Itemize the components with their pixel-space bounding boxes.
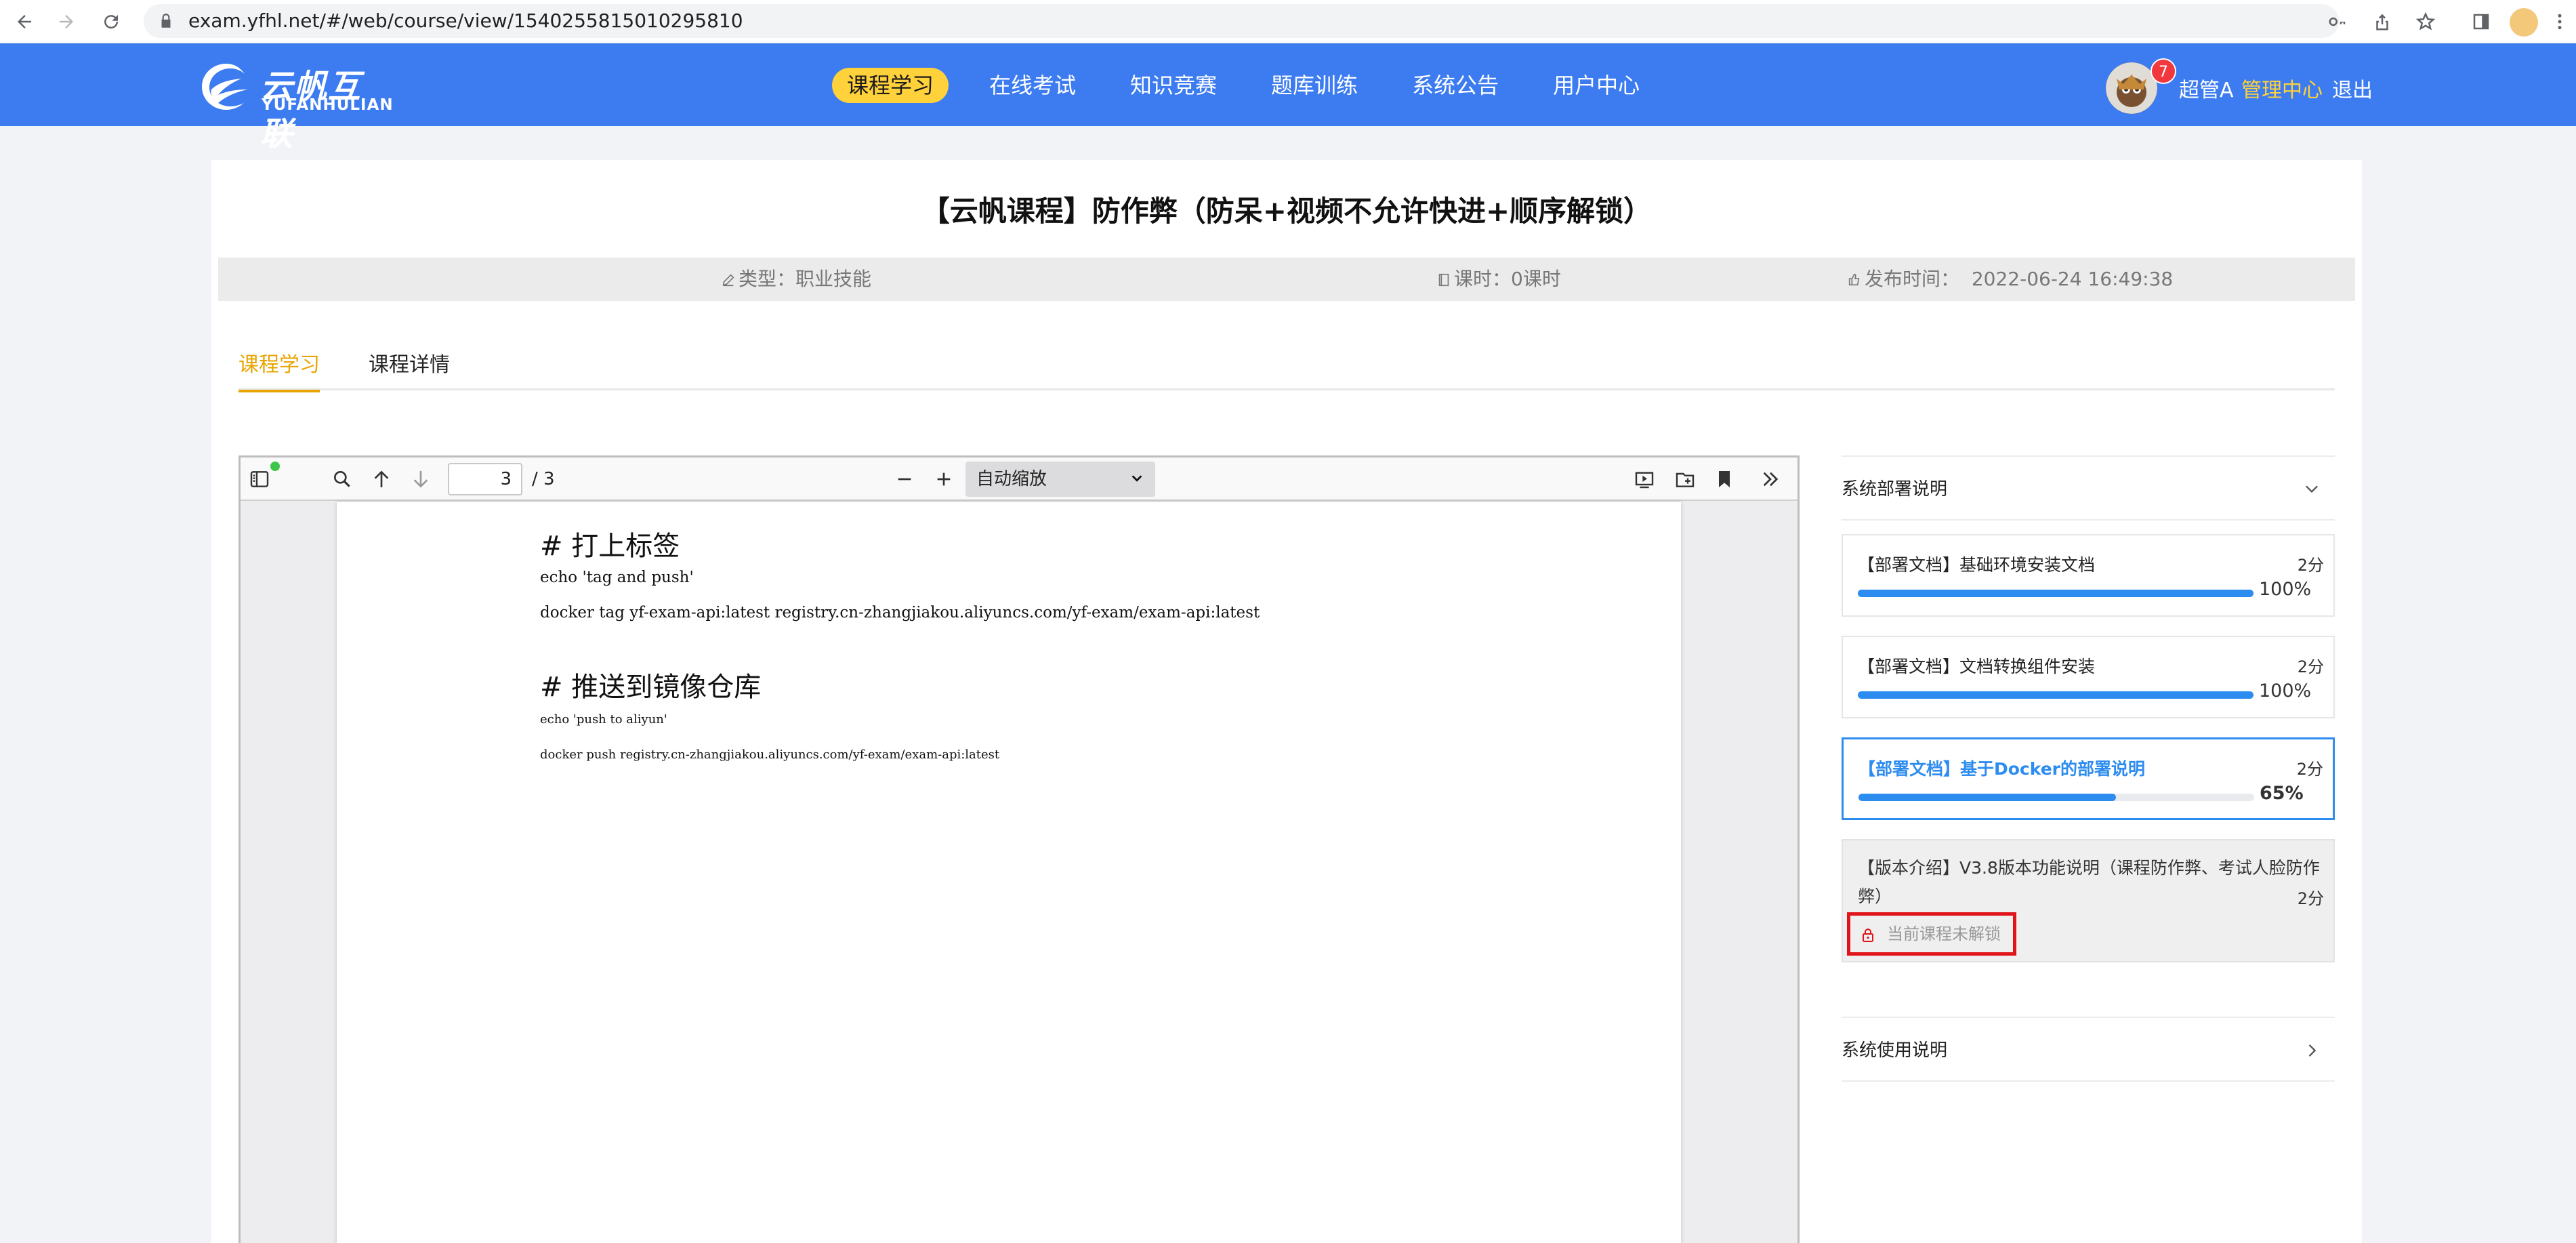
site-logo[interactable]: 云帆互联 YUFANHULIAN <box>198 54 394 153</box>
tab-course-study[interactable]: 课程学习 <box>238 350 320 392</box>
browser-toolbar: exam.yfhl.net/#/web/course/view/15402558… <box>0 0 2576 43</box>
nav-knowledge-contest[interactable]: 知识竞赛 <box>1130 68 1217 103</box>
open-file-icon[interactable] <box>1670 464 1700 494</box>
back-icon[interactable] <box>9 7 39 37</box>
lesson-item-active[interactable]: 【部署文档】基于Docker的部署说明 2分 65% <box>1842 737 2335 820</box>
lesson-sidebar: 系统部署说明 【部署文档】基础环境安装文档 2分 100% 【部署文档】文档转换… <box>1842 455 2335 1082</box>
pdf-line: docker push registry.cn-zhangjiakou.aliy… <box>540 748 1000 762</box>
lesson-progress-percent: 100% <box>2259 579 2312 600</box>
course-title: 【云帆课程】防作弊（防呆+视频不允许快进+顺序解锁） <box>921 195 1653 228</box>
lesson-item[interactable]: 【部署文档】基础环境安装文档 2分 100% <box>1842 534 2335 617</box>
chevron-down-icon <box>1131 475 1142 482</box>
locked-notice: 当前课程未解锁 <box>1847 912 2016 956</box>
lesson-name: 【版本介绍】V3.8版本功能说明（课程防作弊、考试人脸防作弊） <box>1858 858 2320 906</box>
lesson-points: 2分 <box>2297 657 2324 676</box>
nav-course-study[interactable]: 课程学习 <box>832 68 949 103</box>
reload-icon[interactable] <box>96 7 126 37</box>
nav-online-exam[interactable]: 在线考试 <box>989 68 1076 103</box>
locked-text: 当前课程未解锁 <box>1887 924 2001 943</box>
lesson-progress-bar <box>1858 794 2254 801</box>
sidepanel-icon[interactable] <box>2466 7 2496 37</box>
share-icon[interactable] <box>2367 7 2397 37</box>
logo-text-en: YUFANHULIAN <box>262 96 394 114</box>
pdf-page: # 打上标签 echo 'tag and push' docker tag yf… <box>337 502 1681 1243</box>
page-total: / 3 <box>532 469 555 489</box>
username[interactable]: 超管A <box>2179 73 2234 103</box>
pdf-scrollbar[interactable] <box>1777 502 1798 1243</box>
previous-page-icon[interactable] <box>367 464 396 494</box>
section-system-deploy[interactable]: 系统部署说明 <box>1842 455 2335 521</box>
course-hours: 课时：0课时 <box>1436 258 1561 301</box>
search-icon[interactable] <box>327 464 357 494</box>
pdf-heading-tag: # 打上标签 <box>540 531 680 562</box>
lesson-points: 2分 <box>2297 889 2324 908</box>
notification-badge[interactable]: 7 <box>2151 58 2176 84</box>
lesson-progress-percent: 65% <box>2260 783 2304 804</box>
main-nav: 课程学习 在线考试 知识竞赛 题库训练 系统公告 用户中心 <box>832 68 1694 103</box>
more-tools-icon[interactable] <box>1756 464 1785 494</box>
lesson-name: 【部署文档】基于Docker的部署说明 <box>1858 759 2145 779</box>
zoom-select[interactable]: 自动缩放 <box>965 462 1155 497</box>
thumb-icon <box>1848 273 1860 286</box>
star-icon[interactable] <box>2411 7 2440 37</box>
logo-mark-icon <box>202 64 248 110</box>
tab-course-detail[interactable]: 课程详情 <box>369 350 450 381</box>
section-system-usage[interactable]: 系统使用说明 <box>1842 1017 2335 1082</box>
lesson-name: 【部署文档】基础环境安装文档 <box>1858 555 2096 575</box>
menu-icon[interactable] <box>2545 7 2575 37</box>
page-number-input[interactable]: 3 <box>448 463 522 495</box>
nav-question-bank[interactable]: 题库训练 <box>1271 68 1358 103</box>
lesson-item-locked[interactable]: 【版本介绍】V3.8版本功能说明（课程防作弊、考试人脸防作弊） 2分 当前课程未… <box>1842 839 2335 962</box>
address-bar[interactable]: exam.yfhl.net/#/web/course/view/15402558… <box>144 4 2339 38</box>
url-text: exam.yfhl.net/#/web/course/view/15402558… <box>188 9 743 32</box>
lesson-progress-percent: 100% <box>2259 680 2312 701</box>
lesson-progress-fill <box>1858 691 2253 699</box>
book-icon <box>1438 273 1449 287</box>
chevron-right-icon <box>2308 1044 2317 1057</box>
lesson-progress-fill <box>1858 794 2116 801</box>
lesson-progress-bar <box>1858 590 2253 597</box>
sidebar-toggle-icon[interactable] <box>245 464 274 494</box>
pdf-heading-push: # 推送到镜像仓库 <box>540 672 762 703</box>
zoom-in-icon[interactable] <box>929 464 959 494</box>
presentation-icon[interactable] <box>1629 464 1659 494</box>
pdf-line: docker tag yf-exam-api:latest registry.c… <box>540 604 1260 622</box>
course-publish-time: 发布时间： 2022-06-24 16:49:38 <box>1847 258 2173 301</box>
lock-icon <box>161 14 171 28</box>
forward-icon[interactable] <box>51 7 81 37</box>
user-avatar[interactable] <box>2106 62 2157 114</box>
chevron-down-icon <box>2306 485 2318 493</box>
section-title: 系统部署说明 <box>1842 479 1948 500</box>
admin-center-link[interactable]: 管理中心 <box>2241 73 2323 103</box>
zoom-out-icon[interactable] <box>890 464 919 494</box>
pdf-toolbar: 3 / 3 自动缩放 <box>241 457 1798 501</box>
bookmark-icon[interactable] <box>1709 464 1739 494</box>
course-tabs: 课程学习 课程详情 <box>238 350 2335 392</box>
logout-link[interactable]: 退出 <box>2332 73 2373 103</box>
nav-announcements[interactable]: 系统公告 <box>1412 68 1499 103</box>
user-area: 7 超管A 管理中心 退出 <box>2106 58 2567 114</box>
site-header: 云帆互联 YUFANHULIAN 课程学习 在线考试 知识竞赛 题库训练 系统公… <box>0 43 2576 153</box>
lesson-progress-fill <box>1858 590 2253 597</box>
course-meta-bar: 类型：职业技能 课时：0课时 发布时间： 2022-06-24 16:49:38 <box>218 258 2355 301</box>
next-page-icon[interactable] <box>406 464 436 494</box>
lock-icon <box>1863 929 1873 942</box>
pdf-line: echo 'tag and push' <box>540 569 694 586</box>
lesson-points: 2分 <box>2297 556 2324 575</box>
key-icon[interactable] <box>2323 7 2352 37</box>
nav-user-center[interactable]: 用户中心 <box>1553 68 1640 103</box>
pdf-viewer: 3 / 3 自动缩放 # 打上标签 echo 'tag and push' do… <box>238 455 1800 1243</box>
profile-avatar[interactable] <box>2510 8 2538 37</box>
pdf-line: echo 'push to aliyun' <box>540 712 667 727</box>
section-title: 系统使用说明 <box>1842 1040 1948 1061</box>
course-type: 类型：职业技能 <box>721 258 871 301</box>
lesson-progress-bar <box>1858 691 2253 699</box>
lesson-name: 【部署文档】文档转换组件安装 <box>1858 657 2096 676</box>
course-card: 【云帆课程】防作弊（防呆+视频不允许快进+顺序解锁） 类型：职业技能 课时：0课… <box>211 160 2362 1243</box>
pencil-icon <box>722 274 734 287</box>
lesson-points: 2分 <box>2296 760 2323 779</box>
notification-dot <box>270 462 280 471</box>
lesson-item[interactable]: 【部署文档】文档转换组件安装 2分 100% <box>1842 636 2335 718</box>
